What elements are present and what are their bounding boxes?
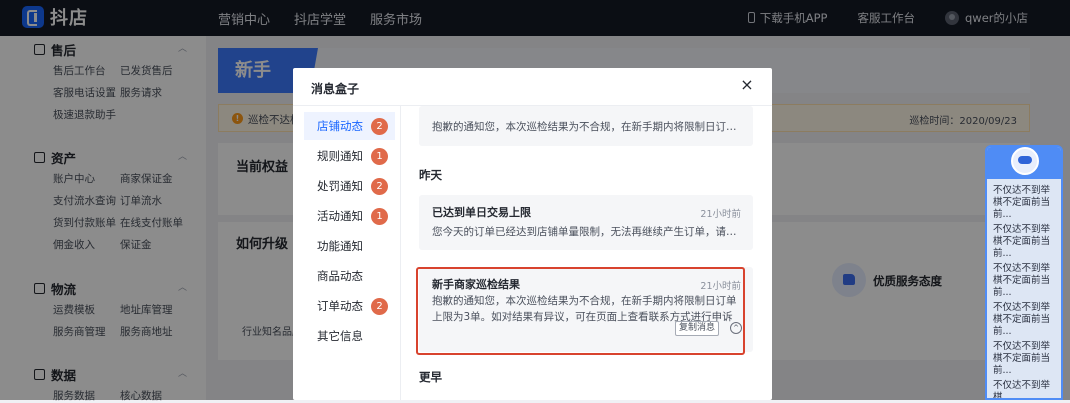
float-item[interactable]: 不仅达不到举棋: [993, 380, 1059, 398]
copy-message-button[interactable]: 复制消息: [675, 321, 720, 336]
close-icon[interactable]: ×: [739, 77, 755, 93]
tab-label: 规则通知: [317, 149, 363, 163]
section-yesterday: 昨天: [419, 168, 442, 182]
tab-label: 商品动态: [317, 269, 363, 283]
float-item[interactable]: 不仅达不到举棋不定面前当前...: [993, 341, 1059, 377]
modal-title: 消息盒子: [311, 82, 360, 96]
message-card[interactable]: 新手商家巡检结果 21小时前 抱歉的通知您，本次巡检结果为不合规，在新手期内将限…: [419, 267, 753, 352]
tab-shop-updates[interactable]: 店铺动态 2: [304, 112, 395, 140]
float-item[interactable]: 不仅达不到举棋不定面前当前...: [993, 185, 1059, 221]
message-content: 您今天的订单已经达到店铺单量限制，无法再继续产生订单，请于明日再试。: [432, 226, 740, 238]
unread-badge: 2: [371, 178, 388, 195]
float-item[interactable]: 不仅达不到举棋不定面前当前...: [993, 263, 1059, 299]
float-item[interactable]: 不仅达不到举棋不定面前当前...: [993, 224, 1059, 260]
collapse-icon[interactable]: ^: [730, 322, 742, 334]
tab-product-updates[interactable]: 商品动态: [304, 262, 395, 290]
section-earlier: 更早: [419, 370, 442, 384]
message-title: 新手商家巡检结果: [432, 278, 520, 291]
unread-badge: 1: [371, 208, 388, 225]
unread-badge: 1: [371, 148, 388, 165]
message-list: 抱歉的通知您，本次巡检结果为不合规，在新手期内将限制日订单上限为3单。 昨天 已…: [401, 106, 772, 400]
assistant-float-panel[interactable]: 不仅达不到举棋不定面前当前... 不仅达不到举棋不定面前当前... 不仅达不到举…: [985, 145, 1063, 400]
tab-penalty-notices[interactable]: 处罚通知 2: [304, 172, 395, 200]
tab-rule-notices[interactable]: 规则通知 1: [304, 142, 395, 170]
tab-label: 其它信息: [317, 329, 363, 343]
tab-activity-notices[interactable]: 活动通知 1: [304, 202, 395, 230]
message-time: 21小时前: [700, 281, 741, 292]
unread-badge: 2: [371, 298, 388, 315]
tab-label: 店铺动态: [317, 119, 363, 133]
assistant-header: [987, 147, 1061, 179]
tab-label: 订单动态: [317, 299, 363, 313]
tab-order-updates[interactable]: 订单动态 2: [304, 292, 395, 320]
message-title: 已达到单日交易上限: [432, 206, 531, 219]
unread-badge: 2: [371, 118, 388, 135]
tab-label: 活动通知: [317, 209, 363, 223]
tab-label: 处罚通知: [317, 179, 363, 193]
message-category-nav: 店铺动态 2 规则通知 1 处罚通知 2 活动通知 1 功能通知 商品动态 订单…: [293, 106, 401, 400]
float-item[interactable]: 不仅达不到举棋不定面前当前...: [993, 302, 1059, 338]
message-time: 21小时前: [700, 209, 741, 220]
message-box-modal: 消息盒子 × 店铺动态 2 规则通知 1 处罚通知 2 活动通知 1 功能通知 …: [293, 68, 772, 400]
tab-other-info[interactable]: 其它信息: [304, 322, 395, 350]
robot-icon: [1011, 147, 1039, 175]
message-card[interactable]: 抱歉的通知您，本次巡检结果为不合规，在新手期内将限制日订单上限为3单。: [419, 106, 753, 146]
message-content: 抱歉的通知您，本次巡检结果为不合规，在新手期内将限制日订单上限为3单。: [432, 121, 740, 133]
modal-header: 消息盒子 ×: [293, 68, 772, 106]
message-card[interactable]: 已达到单日交易上限 21小时前 您今天的订单已经达到店铺单量限制，无法再继续产生…: [419, 195, 753, 250]
tab-label: 功能通知: [317, 239, 363, 253]
tab-feature-notices[interactable]: 功能通知: [304, 232, 395, 260]
